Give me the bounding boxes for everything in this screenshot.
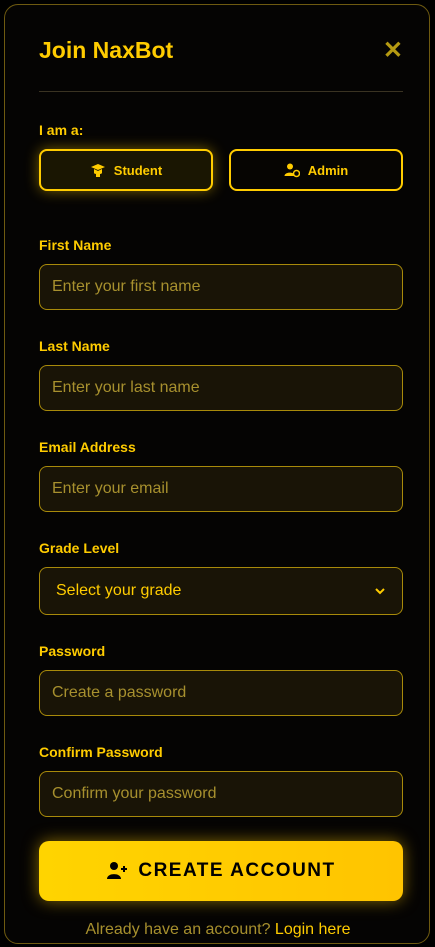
signup-modal: Join NaxBot ✕ I am a: Student Admin Firs… — [4, 4, 430, 944]
first-name-label: First Name — [39, 237, 112, 253]
role-admin-button[interactable]: Admin — [229, 149, 403, 191]
grade-select[interactable]: Select your grade — [39, 567, 403, 615]
user-plus-icon — [107, 862, 128, 879]
create-account-button[interactable]: CREATE ACCOUNT — [39, 841, 403, 901]
role-label: I am a: — [39, 122, 84, 138]
graduation-cap-icon — [90, 164, 105, 177]
last-name-label: Last Name — [39, 338, 110, 354]
email-input[interactable] — [39, 466, 403, 512]
role-admin-label: Admin — [307, 162, 349, 178]
login-prompt: Already have an account? Login here — [5, 921, 429, 939]
grade-label: Grade Level — [39, 540, 120, 556]
first-name-input[interactable] — [39, 264, 403, 310]
email-label: Email Address — [39, 439, 136, 455]
confirm-password-input[interactable] — [39, 771, 403, 817]
grade-select-value: Select your grade — [56, 582, 182, 599]
modal-header: Join NaxBot ✕ — [39, 35, 403, 92]
role-student-button[interactable]: Student — [39, 149, 213, 191]
password-input[interactable] — [39, 670, 403, 716]
role-student-label: Student — [113, 162, 163, 178]
close-icon[interactable]: ✕ — [383, 39, 403, 63]
login-link[interactable]: Login here — [275, 921, 351, 938]
confirm-password-label: Confirm Password — [39, 744, 163, 760]
user-shield-icon — [284, 163, 300, 178]
chevron-down-icon — [375, 588, 385, 595]
login-prompt-text: Already have an account? — [85, 921, 275, 938]
create-account-label: CREATE ACCOUNT — [138, 860, 336, 881]
last-name-input[interactable] — [39, 365, 403, 411]
modal-title: Join NaxBot — [39, 37, 174, 63]
password-label: Password — [39, 643, 106, 659]
